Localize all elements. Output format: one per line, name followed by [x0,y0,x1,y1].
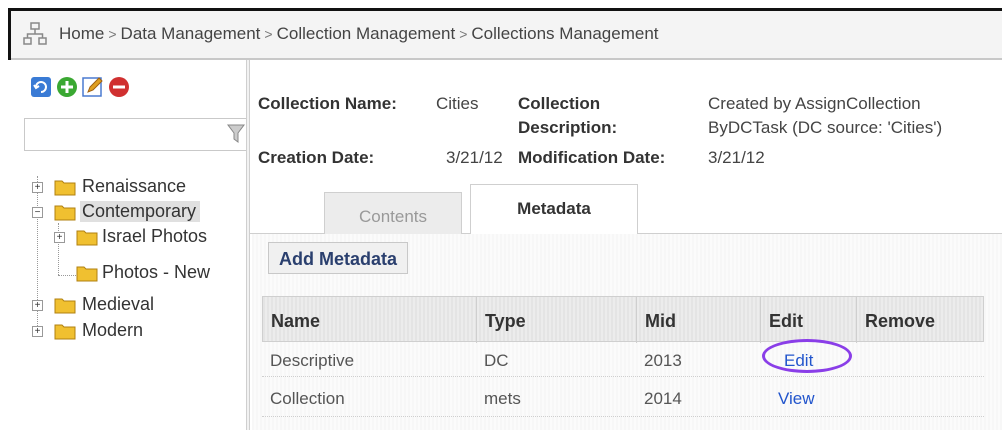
add-metadata-button[interactable]: Add Metadata [268,242,409,274]
add-icon[interactable] [56,76,78,98]
breadcrumb: Home > Data Management > Collection Manageme… [59,24,659,44]
cell-mid: 2014 [644,389,682,408]
view-link[interactable]: View [778,389,815,409]
collection-description-label: Collection [518,94,601,113]
edit-icon[interactable] [82,76,104,98]
breadcrumb-collection-management[interactable]: Collection Management [277,24,456,43]
expand-icon[interactable]: + [32,326,43,337]
tree-item-label: Renaissance [82,176,187,196]
breadcrumb-separator: > [108,26,117,42]
column-header-type: Type [477,297,637,343]
collection-description-value: Created by AssignCollection [708,94,921,113]
breadcrumb-data-management[interactable]: Data Management [121,24,261,43]
collection-description-label: Description: [518,118,618,137]
cell-name: Collection [270,389,345,408]
tree-item-medieval[interactable]: + Medieval [32,294,252,318]
creation-date-value: 3/21/12 [446,148,503,167]
column-header-name: Name [263,297,477,343]
tree-item-label: Modern [82,320,144,340]
folder-icon [76,230,98,246]
cell-type: DC [484,351,509,370]
folder-icon [76,266,98,282]
cell-type: mets [484,389,521,408]
tree-item-modern[interactable]: + Modern [32,320,252,344]
breadcrumb-bar: Home > Data Management > Collection Manageme… [11,11,1002,60]
folder-icon [54,298,76,314]
tree-item-contemporary[interactable]: − Contemporary [32,201,252,225]
highlight-circle [762,339,852,373]
tab-metadata[interactable]: Metadata [470,184,638,234]
tab-contents[interactable]: Contents [324,192,462,234]
panel-splitter[interactable] [246,60,250,430]
folder-icon [54,205,76,221]
expand-icon[interactable]: + [32,182,43,193]
row-divider [262,376,984,377]
tree-item-renaissance[interactable]: + Renaissance [32,176,252,200]
filter-icon[interactable] [227,124,245,144]
delete-icon[interactable] [108,76,130,98]
cell-mid: 2013 [644,351,682,370]
row-divider [262,416,984,417]
column-header-edit: Edit [761,297,857,343]
breadcrumb-separator: > [459,26,468,42]
folder-icon [54,180,76,196]
breadcrumb-home[interactable]: Home [59,24,104,43]
collection-description-value: ByDCTask (DC source: 'Cities') [708,118,943,137]
modification-date-label: Modification Date: [518,148,666,167]
tree-item-label: Medieval [82,294,155,314]
collection-name-label: Collection Name: [258,94,397,113]
tree-item-label: Contemporary [80,201,201,222]
tree-item-israel-photos[interactable]: + Israel Photos [54,226,252,250]
tree-filter-input[interactable] [24,118,250,151]
column-header-remove: Remove [865,311,936,331]
expand-icon[interactable]: + [54,232,65,243]
breadcrumb-collections-management: Collections Management [471,24,659,43]
expand-icon[interactable]: + [32,300,43,311]
sitemap-icon [23,22,47,45]
tree-item-photos-new[interactable]: Photos - New [54,262,252,286]
tree-item-label: Israel Photos [102,226,208,246]
modification-date-value: 3/21/12 [708,148,765,167]
cell-name: Descriptive [270,351,355,370]
collection-name-value: Cities [436,94,479,113]
collapse-icon[interactable]: − [32,207,43,218]
table-header: Name Type Mid Edit Remove [262,296,984,343]
tree-item-label: Photos - New [102,262,211,282]
creation-date-label: Creation Date: [258,148,375,167]
breadcrumb-separator: > [264,26,273,42]
column-header-mid: Mid [637,297,761,343]
refresh-icon[interactable] [30,76,52,98]
folder-icon [54,324,76,340]
